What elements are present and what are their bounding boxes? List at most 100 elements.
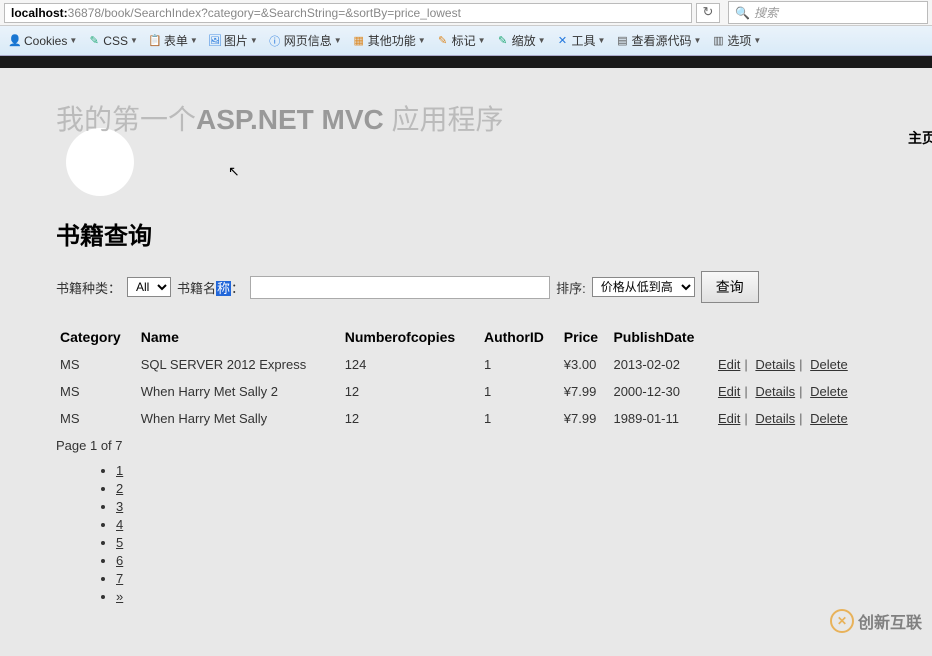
edit-link[interactable]: Edit: [718, 357, 740, 372]
cell-price: ¥7.99: [560, 378, 610, 405]
nav-home-link[interactable]: 主页: [908, 128, 932, 148]
toolbar-item-css[interactable]: ✎CSS▼: [87, 34, 138, 48]
url-input[interactable]: localhost:36878/book/SearchIndex?categor…: [4, 3, 692, 23]
pager-item: »: [116, 589, 876, 604]
chevron-down-icon: ▼: [538, 36, 546, 45]
category-select[interactable]: All: [127, 277, 171, 297]
toolbar-icon: ✎: [436, 34, 450, 48]
pager-item: 4: [116, 517, 876, 532]
edit-link[interactable]: Edit: [718, 411, 740, 426]
pager-link[interactable]: 2: [116, 481, 123, 496]
cell-actions: Edit| Details| Delete: [714, 378, 876, 405]
chevron-down-icon: ▼: [478, 36, 486, 45]
toolbar-item-其他功能[interactable]: ▦其他功能▼: [352, 32, 426, 49]
cell-date: 1989-01-11: [609, 405, 714, 432]
watermark-icon: ✕: [830, 609, 854, 633]
results-table: Category Name Numberofcopies AuthorID Pr…: [56, 323, 876, 432]
toolbar-icon: 📋: [148, 34, 162, 48]
search-form: 书籍种类： All 书籍名称： 排序: 价格从低到高 查询: [56, 271, 876, 303]
cell-category: MS: [56, 378, 137, 405]
pager-item: 7: [116, 571, 876, 586]
col-date: PublishDate: [609, 323, 714, 351]
browser-url-bar: localhost:36878/book/SearchIndex?categor…: [0, 0, 932, 26]
pager-link[interactable]: 7: [116, 571, 123, 586]
col-actions: [714, 323, 876, 351]
toolbar-label: 网页信息: [284, 32, 332, 49]
details-link[interactable]: Details: [755, 357, 795, 372]
toolbar-label: 图片: [224, 32, 248, 49]
cell-price: ¥3.00: [560, 351, 610, 378]
pager-link[interactable]: 5: [116, 535, 123, 550]
name-input[interactable]: [250, 276, 550, 299]
toolbar-item-选项[interactable]: ▥选项▼: [711, 32, 761, 49]
pager-link[interactable]: 6: [116, 553, 123, 568]
pager-link[interactable]: 4: [116, 517, 123, 532]
pager-item: 6: [116, 553, 876, 568]
toolbar-item-cookies[interactable]: 👤Cookies▼: [8, 34, 77, 48]
toolbar-label: 工具: [572, 32, 596, 49]
col-copies: Numberofcopies: [341, 323, 480, 351]
toolbar-label: 其他功能: [368, 32, 416, 49]
refresh-button[interactable]: ↻: [696, 3, 720, 23]
delete-link[interactable]: Delete: [810, 384, 848, 399]
watermark-text: 创新互联: [858, 609, 922, 633]
browser-search-box[interactable]: 🔍 搜索: [728, 1, 928, 24]
chevron-down-icon: ▼: [693, 36, 701, 45]
search-placeholder: 搜索: [754, 4, 778, 21]
pager-link[interactable]: 1: [116, 463, 123, 478]
toolbar-item-图片[interactable]: 🖼图片▼: [208, 32, 258, 49]
toolbar-label: 表单: [164, 32, 188, 49]
sort-select[interactable]: 价格从低到高: [592, 277, 695, 297]
details-link[interactable]: Details: [755, 384, 795, 399]
header-strip: [0, 56, 932, 68]
toolbar-label: Cookies: [24, 34, 67, 48]
title-prefix: 我的第一个: [56, 104, 196, 135]
cell-price: ¥7.99: [560, 405, 610, 432]
pager-item: 2: [116, 481, 876, 496]
delete-link[interactable]: Delete: [810, 411, 848, 426]
submit-button[interactable]: 查询: [701, 271, 759, 303]
category-label: 书籍种类：: [56, 278, 121, 297]
name-label: 书籍名称：: [177, 278, 244, 297]
url-host: localhost:: [11, 6, 68, 20]
details-link[interactable]: Details: [755, 411, 795, 426]
col-category: Category: [56, 323, 137, 351]
cursor-icon: ↖: [228, 163, 240, 180]
cell-date: 2000-12-30: [609, 378, 714, 405]
delete-link[interactable]: Delete: [810, 357, 848, 372]
pager-link[interactable]: »: [116, 589, 123, 604]
chevron-down-icon: ▼: [418, 36, 426, 45]
toolbar-label: 标记: [452, 32, 476, 49]
edit-link[interactable]: Edit: [718, 384, 740, 399]
chevron-down-icon: ▼: [250, 36, 258, 45]
page-heading: 书籍查询: [56, 216, 876, 251]
cell-actions: Edit| Details| Delete: [714, 405, 876, 432]
cell-category: MS: [56, 351, 137, 378]
cell-author: 1: [480, 351, 560, 378]
toolbar-icon: ✎: [87, 34, 101, 48]
url-path: 36878/book/SearchIndex?category=&SearchS…: [68, 6, 461, 20]
chevron-down-icon: ▼: [130, 36, 138, 45]
toolbar-label: 选项: [727, 32, 751, 49]
toolbar-icon: ⓘ: [268, 34, 282, 48]
cell-name: SQL SERVER 2012 Express: [137, 351, 341, 378]
page-info: Page 1 of 7: [56, 438, 876, 453]
chevron-down-icon: ▼: [334, 36, 342, 45]
toolbar-item-工具[interactable]: ✕工具▼: [556, 32, 606, 49]
toolbar-label: CSS: [103, 34, 128, 48]
cell-copies: 124: [341, 351, 480, 378]
toolbar-item-查看源代码[interactable]: ▤查看源代码▼: [615, 32, 701, 49]
toolbar-item-缩放[interactable]: ✎缩放▼: [496, 32, 546, 49]
chevron-down-icon: ▼: [190, 36, 198, 45]
toolbar-label: 缩放: [512, 32, 536, 49]
toolbar-item-标记[interactable]: ✎标记▼: [436, 32, 486, 49]
toolbar-icon: ▥: [711, 34, 725, 48]
site-title: 我的第一个ASP.NET MVC 应用程序: [56, 98, 876, 138]
toolbar-label: 查看源代码: [631, 32, 691, 49]
toolbar-item-表单[interactable]: 📋表单▼: [148, 32, 198, 49]
toolbar-item-网页信息[interactable]: ⓘ网页信息▼: [268, 32, 342, 49]
pager-link[interactable]: 3: [116, 499, 123, 514]
cell-copies: 12: [341, 405, 480, 432]
title-suffix: 应用程序: [384, 104, 504, 135]
pager-item: 3: [116, 499, 876, 514]
